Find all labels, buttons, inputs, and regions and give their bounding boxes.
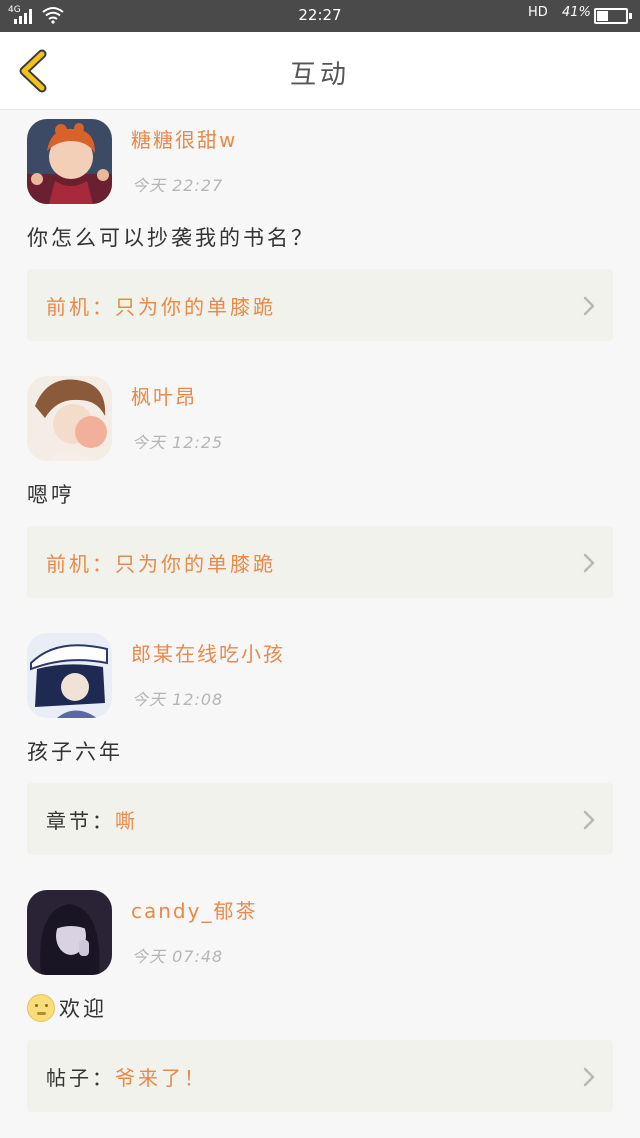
message-text: 你怎么可以抄袭我的书名？ xyxy=(27,226,315,250)
ref-title: 只为你的单膝跪 xyxy=(115,295,276,319)
chevron-right-icon xyxy=(583,1067,595,1087)
ref-type-label: 前机： xyxy=(46,552,115,576)
referenced-work-card[interactable]: 章节：嘶 xyxy=(27,783,613,855)
ref-title: 爷来了！ xyxy=(115,1066,207,1090)
timestamp: 今天 12:08 xyxy=(132,690,224,709)
message-text: 孩子六年 xyxy=(27,740,123,764)
message-text: 嗯哼 xyxy=(27,483,75,507)
ref-type-label: 帖子： xyxy=(46,1066,115,1090)
interaction-item: 糖糖很甜w 今天 22:27 你怎么可以抄袭我的书名？ 前机：只为你的单膝跪 xyxy=(0,110,640,367)
ref-type-label: 前机： xyxy=(46,295,115,319)
timestamp: 今天 12:25 xyxy=(132,433,224,452)
battery-icon xyxy=(594,8,632,24)
username[interactable]: 枫叶昂 xyxy=(131,381,197,410)
avatar[interactable] xyxy=(27,890,112,975)
referenced-work-card[interactable]: 前机：只为你的单膝跪 xyxy=(27,526,613,598)
chevron-right-icon xyxy=(583,296,595,316)
hd-call-label: HD xyxy=(528,5,548,20)
battery-percent: 41% xyxy=(562,5,591,20)
timestamp: 今天 22:27 xyxy=(132,176,224,195)
username[interactable]: candy_郁茶 xyxy=(131,895,257,924)
chevron-right-icon xyxy=(583,810,595,830)
interaction-item: candy_郁茶 今天 07:48 欢迎 帖子：爷来了！ xyxy=(0,881,640,1138)
interaction-item: 枫叶昂 今天 12:25 嗯哼 前机：只为你的单膝跪 xyxy=(0,367,640,624)
avatar[interactable] xyxy=(27,119,112,204)
timestamp: 今天 07:48 xyxy=(132,947,224,966)
referenced-work-card[interactable]: 帖子：爷来了！ xyxy=(27,1040,613,1112)
chevron-right-icon xyxy=(583,553,595,573)
page-title: 互动 xyxy=(289,60,350,90)
interaction-item: 郎某在线吃小孩 今天 12:08 孩子六年 章节：嘶 xyxy=(0,624,640,881)
ref-title: 嘶 xyxy=(115,809,138,833)
username[interactable]: 糖糖很甜w xyxy=(131,124,237,153)
username[interactable]: 郎某在线吃小孩 xyxy=(131,638,285,667)
ref-type-label: 章节： xyxy=(46,809,115,833)
avatar[interactable] xyxy=(27,376,112,461)
top-nav-bar: 互动 xyxy=(0,32,640,110)
referenced-work-card[interactable]: 前机：只为你的单膝跪 xyxy=(27,269,613,341)
message-text: 欢迎 xyxy=(27,993,107,1023)
ref-title: 只为你的单膝跪 xyxy=(115,552,276,576)
status-bar: 4G 22:27 HD 41% xyxy=(0,0,640,32)
smiley-emoji-icon xyxy=(27,994,55,1022)
avatar[interactable] xyxy=(27,633,112,718)
